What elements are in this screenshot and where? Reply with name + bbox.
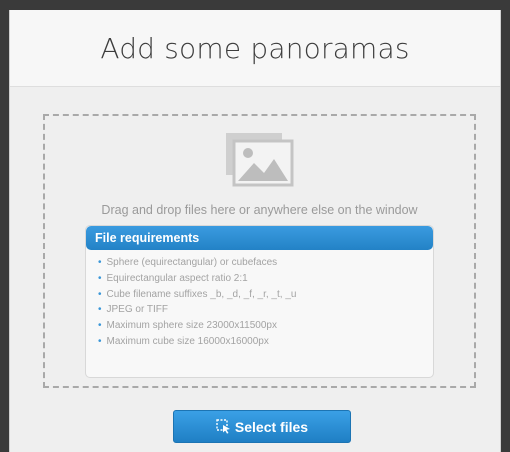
list-item: • Sphere (equirectangular) or cubefaces [98, 257, 278, 268]
dialog-header: Add some panoramas [10, 10, 500, 87]
list-item: • Maximum cube size 16000x16000px [98, 335, 269, 347]
file-requirements-heading: File requirements [86, 226, 433, 250]
drop-zone[interactable]: Drag and drop files here or anywhere els… [43, 114, 476, 388]
select-files-button[interactable]: Select files [173, 410, 351, 443]
drop-instruction: Drag and drop files here or anywhere els… [101, 203, 418, 217]
bullet-icon: • [98, 272, 102, 284]
bullet-icon: • [98, 320, 102, 332]
upload-dialog: Add some panoramas Drag and drop files h… [9, 10, 501, 452]
file-requirements-panel: File requirements • Sphere (equirectangul… [85, 225, 434, 378]
select-cursor-icon [216, 419, 230, 434]
list-item: • Maximum sphere size 23000x11500px [98, 320, 277, 332]
bullet-icon: • [98, 257, 102, 268]
requirements-list: • Sphere (equirectangular) or cubefaces •… [86, 255, 433, 350]
list-item: • Equirectangular aspect ratio 2:1 [98, 272, 248, 284]
list-item: • JPEG or TIFF [98, 304, 169, 316]
list-item: • Cube filename suffixes _b, _d, _f, _r, … [98, 288, 297, 300]
bullet-icon: • [98, 288, 102, 300]
bullet-icon: • [98, 304, 102, 316]
select-files-label: Select files [234, 418, 309, 435]
dialog-title: Add some panoramas [100, 31, 410, 65]
image-icon [226, 133, 294, 187]
bullet-icon: • [98, 335, 102, 347]
